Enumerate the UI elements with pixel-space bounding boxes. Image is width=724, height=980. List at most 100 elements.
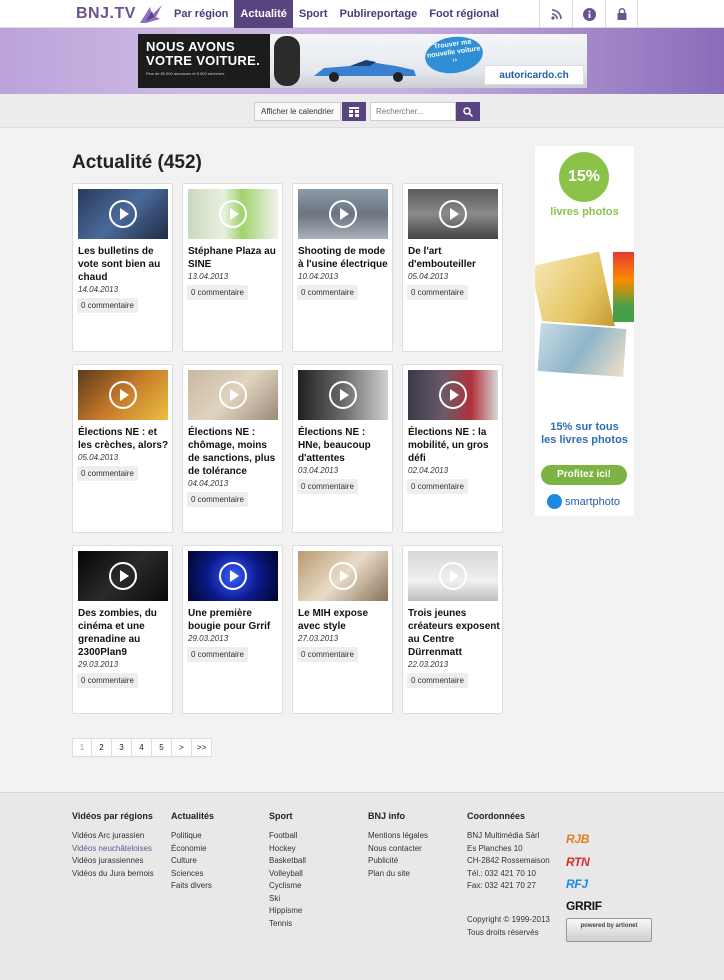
video-card[interactable]: Le MIH expose avec style 27.03.2013 0 co…: [292, 545, 393, 714]
footer-link[interactable]: Vidéos Arc jurassien: [72, 830, 154, 843]
menu-publireportage[interactable]: Publireportage: [334, 0, 424, 28]
play-icon[interactable]: [329, 200, 357, 228]
footer-link[interactable]: Tennis: [269, 918, 306, 931]
page-4[interactable]: 4: [132, 738, 152, 757]
page-last[interactable]: >>: [192, 738, 213, 757]
play-icon[interactable]: [439, 381, 467, 409]
footer-link[interactable]: Vidéos jurassiennes: [72, 855, 154, 868]
video-card[interactable]: Shooting de mode à l'usine électrique 10…: [292, 183, 393, 352]
comment-count[interactable]: 0 commentaire: [187, 647, 248, 662]
play-icon[interactable]: [219, 562, 247, 590]
video-thumbnail[interactable]: [78, 370, 168, 420]
video-card[interactable]: Stéphane Plaza au SINE 13.04.2013 0 comm…: [182, 183, 283, 352]
comment-count[interactable]: 0 commentaire: [407, 673, 468, 688]
station-logo-rtn[interactable]: RTN: [566, 855, 590, 869]
video-title[interactable]: Stéphane Plaza au SINE: [188, 245, 280, 271]
video-thumbnail[interactable]: [408, 189, 498, 239]
video-title[interactable]: Shooting de mode à l'usine électrique: [298, 245, 390, 271]
footer-link[interactable]: Football: [269, 830, 306, 843]
video-card[interactable]: De l'art d'embouteiller 05.04.2013 0 com…: [402, 183, 503, 352]
footer-link[interactable]: Nous contacter: [368, 843, 428, 856]
video-title[interactable]: Des zombies, du cinéma et une grenadine …: [78, 607, 170, 659]
video-thumbnail[interactable]: [408, 370, 498, 420]
menu-foot-regional[interactable]: Foot régional: [423, 0, 505, 28]
comment-count[interactable]: 0 commentaire: [77, 673, 138, 688]
play-icon[interactable]: [439, 200, 467, 228]
page-2[interactable]: 2: [92, 738, 112, 757]
video-title[interactable]: Élections NE : et les crèches, alors?: [78, 426, 170, 452]
play-icon[interactable]: [439, 562, 467, 590]
video-thumbnail[interactable]: [78, 189, 168, 239]
page-5[interactable]: 5: [152, 738, 172, 757]
video-card[interactable]: Élections NE : chômage, moins de sanctio…: [182, 364, 283, 533]
comment-count[interactable]: 0 commentaire: [77, 466, 138, 481]
video-card[interactable]: Élections NE : HNe, beaucoup d'attentes …: [292, 364, 393, 533]
lock-icon[interactable]: [605, 0, 638, 28]
video-thumbnail[interactable]: [298, 551, 388, 601]
comment-count[interactable]: 0 commentaire: [297, 285, 358, 300]
station-logo-grrif[interactable]: GRRIF: [566, 899, 602, 913]
video-card[interactable]: Élections NE : et les crèches, alors? 05…: [72, 364, 173, 533]
video-thumbnail[interactable]: [298, 189, 388, 239]
menu-par-region[interactable]: Par région: [168, 0, 234, 28]
footer-link[interactable]: Hippisme: [269, 905, 306, 918]
video-thumbnail[interactable]: [298, 370, 388, 420]
play-icon[interactable]: [329, 381, 357, 409]
page-1[interactable]: 1: [72, 738, 92, 757]
footer-link[interactable]: Basketball: [269, 855, 306, 868]
menu-sport[interactable]: Sport: [293, 0, 334, 28]
footer-link[interactable]: Vidéos du Jura bernois: [72, 868, 154, 881]
comment-count[interactable]: 0 commentaire: [77, 298, 138, 313]
footer-link[interactable]: Faits divers: [171, 880, 214, 893]
video-thumbnail[interactable]: [188, 551, 278, 601]
search-input[interactable]: [370, 102, 456, 121]
ad-cta-button[interactable]: Profitez ici!: [541, 465, 627, 485]
video-card[interactable]: Une première bougie pour Grrif 29.03.201…: [182, 545, 283, 714]
play-icon[interactable]: [109, 200, 137, 228]
video-card[interactable]: Des zombies, du cinéma et une grenadine …: [72, 545, 173, 714]
video-card[interactable]: Élections NE : la mobilité, un gros défi…: [402, 364, 503, 533]
footer-link[interactable]: Publicité: [368, 855, 428, 868]
video-title[interactable]: Une première bougie pour Grrif: [188, 607, 280, 633]
comment-count[interactable]: 0 commentaire: [407, 285, 468, 300]
comment-count[interactable]: 0 commentaire: [187, 285, 248, 300]
footer-link[interactable]: Vidéos neuchâteloises: [72, 843, 154, 856]
play-icon[interactable]: [329, 562, 357, 590]
footer-link[interactable]: Économie: [171, 843, 214, 856]
video-title[interactable]: Élections NE : la mobilité, un gros défi: [408, 426, 500, 465]
menu-actualite[interactable]: Actualité: [234, 0, 293, 28]
play-icon[interactable]: [109, 562, 137, 590]
page-next[interactable]: >: [172, 738, 192, 757]
footer-link[interactable]: Hockey: [269, 843, 306, 856]
footer-link[interactable]: Ski: [269, 893, 306, 906]
page-3[interactable]: 3: [112, 738, 132, 757]
footer-link[interactable]: Volleyball: [269, 868, 306, 881]
footer-link[interactable]: Mentions légales: [368, 830, 428, 843]
video-thumbnail[interactable]: [188, 370, 278, 420]
video-title[interactable]: Le MIH expose avec style: [298, 607, 390, 633]
station-logo-rfj[interactable]: RFJ: [566, 877, 588, 891]
banner-ad-autoricardo[interactable]: NOUS AVONS VOTRE VOITURE. Plus de 85 000…: [138, 34, 587, 88]
info-icon[interactable]: [572, 0, 605, 28]
footer-link[interactable]: Politique: [171, 830, 214, 843]
video-card[interactable]: Trois jeunes créateurs exposent au Centr…: [402, 545, 503, 714]
calendar-icon[interactable]: [342, 102, 366, 121]
comment-count[interactable]: 0 commentaire: [297, 647, 358, 662]
play-icon[interactable]: [219, 381, 247, 409]
video-card[interactable]: Les bulletins de vote sont bien au chaud…: [72, 183, 173, 352]
comment-count[interactable]: 0 commentaire: [297, 479, 358, 494]
search-icon[interactable]: [456, 102, 480, 121]
footer-link[interactable]: Plan du site: [368, 868, 428, 881]
video-title[interactable]: Élections NE : chômage, moins de sanctio…: [188, 426, 280, 478]
rss-icon[interactable]: [539, 0, 572, 28]
video-thumbnail[interactable]: [408, 551, 498, 601]
comment-count[interactable]: 0 commentaire: [407, 479, 468, 494]
footer-link[interactable]: Culture: [171, 855, 214, 868]
video-thumbnail[interactable]: [188, 189, 278, 239]
video-thumbnail[interactable]: [78, 551, 168, 601]
play-icon[interactable]: [109, 381, 137, 409]
station-logo-rjb[interactable]: RJB: [566, 832, 589, 846]
powered-by-artionet-badge[interactable]: powered by artionet: [566, 918, 652, 942]
footer-link[interactable]: Sciences: [171, 868, 214, 881]
site-logo[interactable]: BNJ.TV: [76, 3, 164, 25]
